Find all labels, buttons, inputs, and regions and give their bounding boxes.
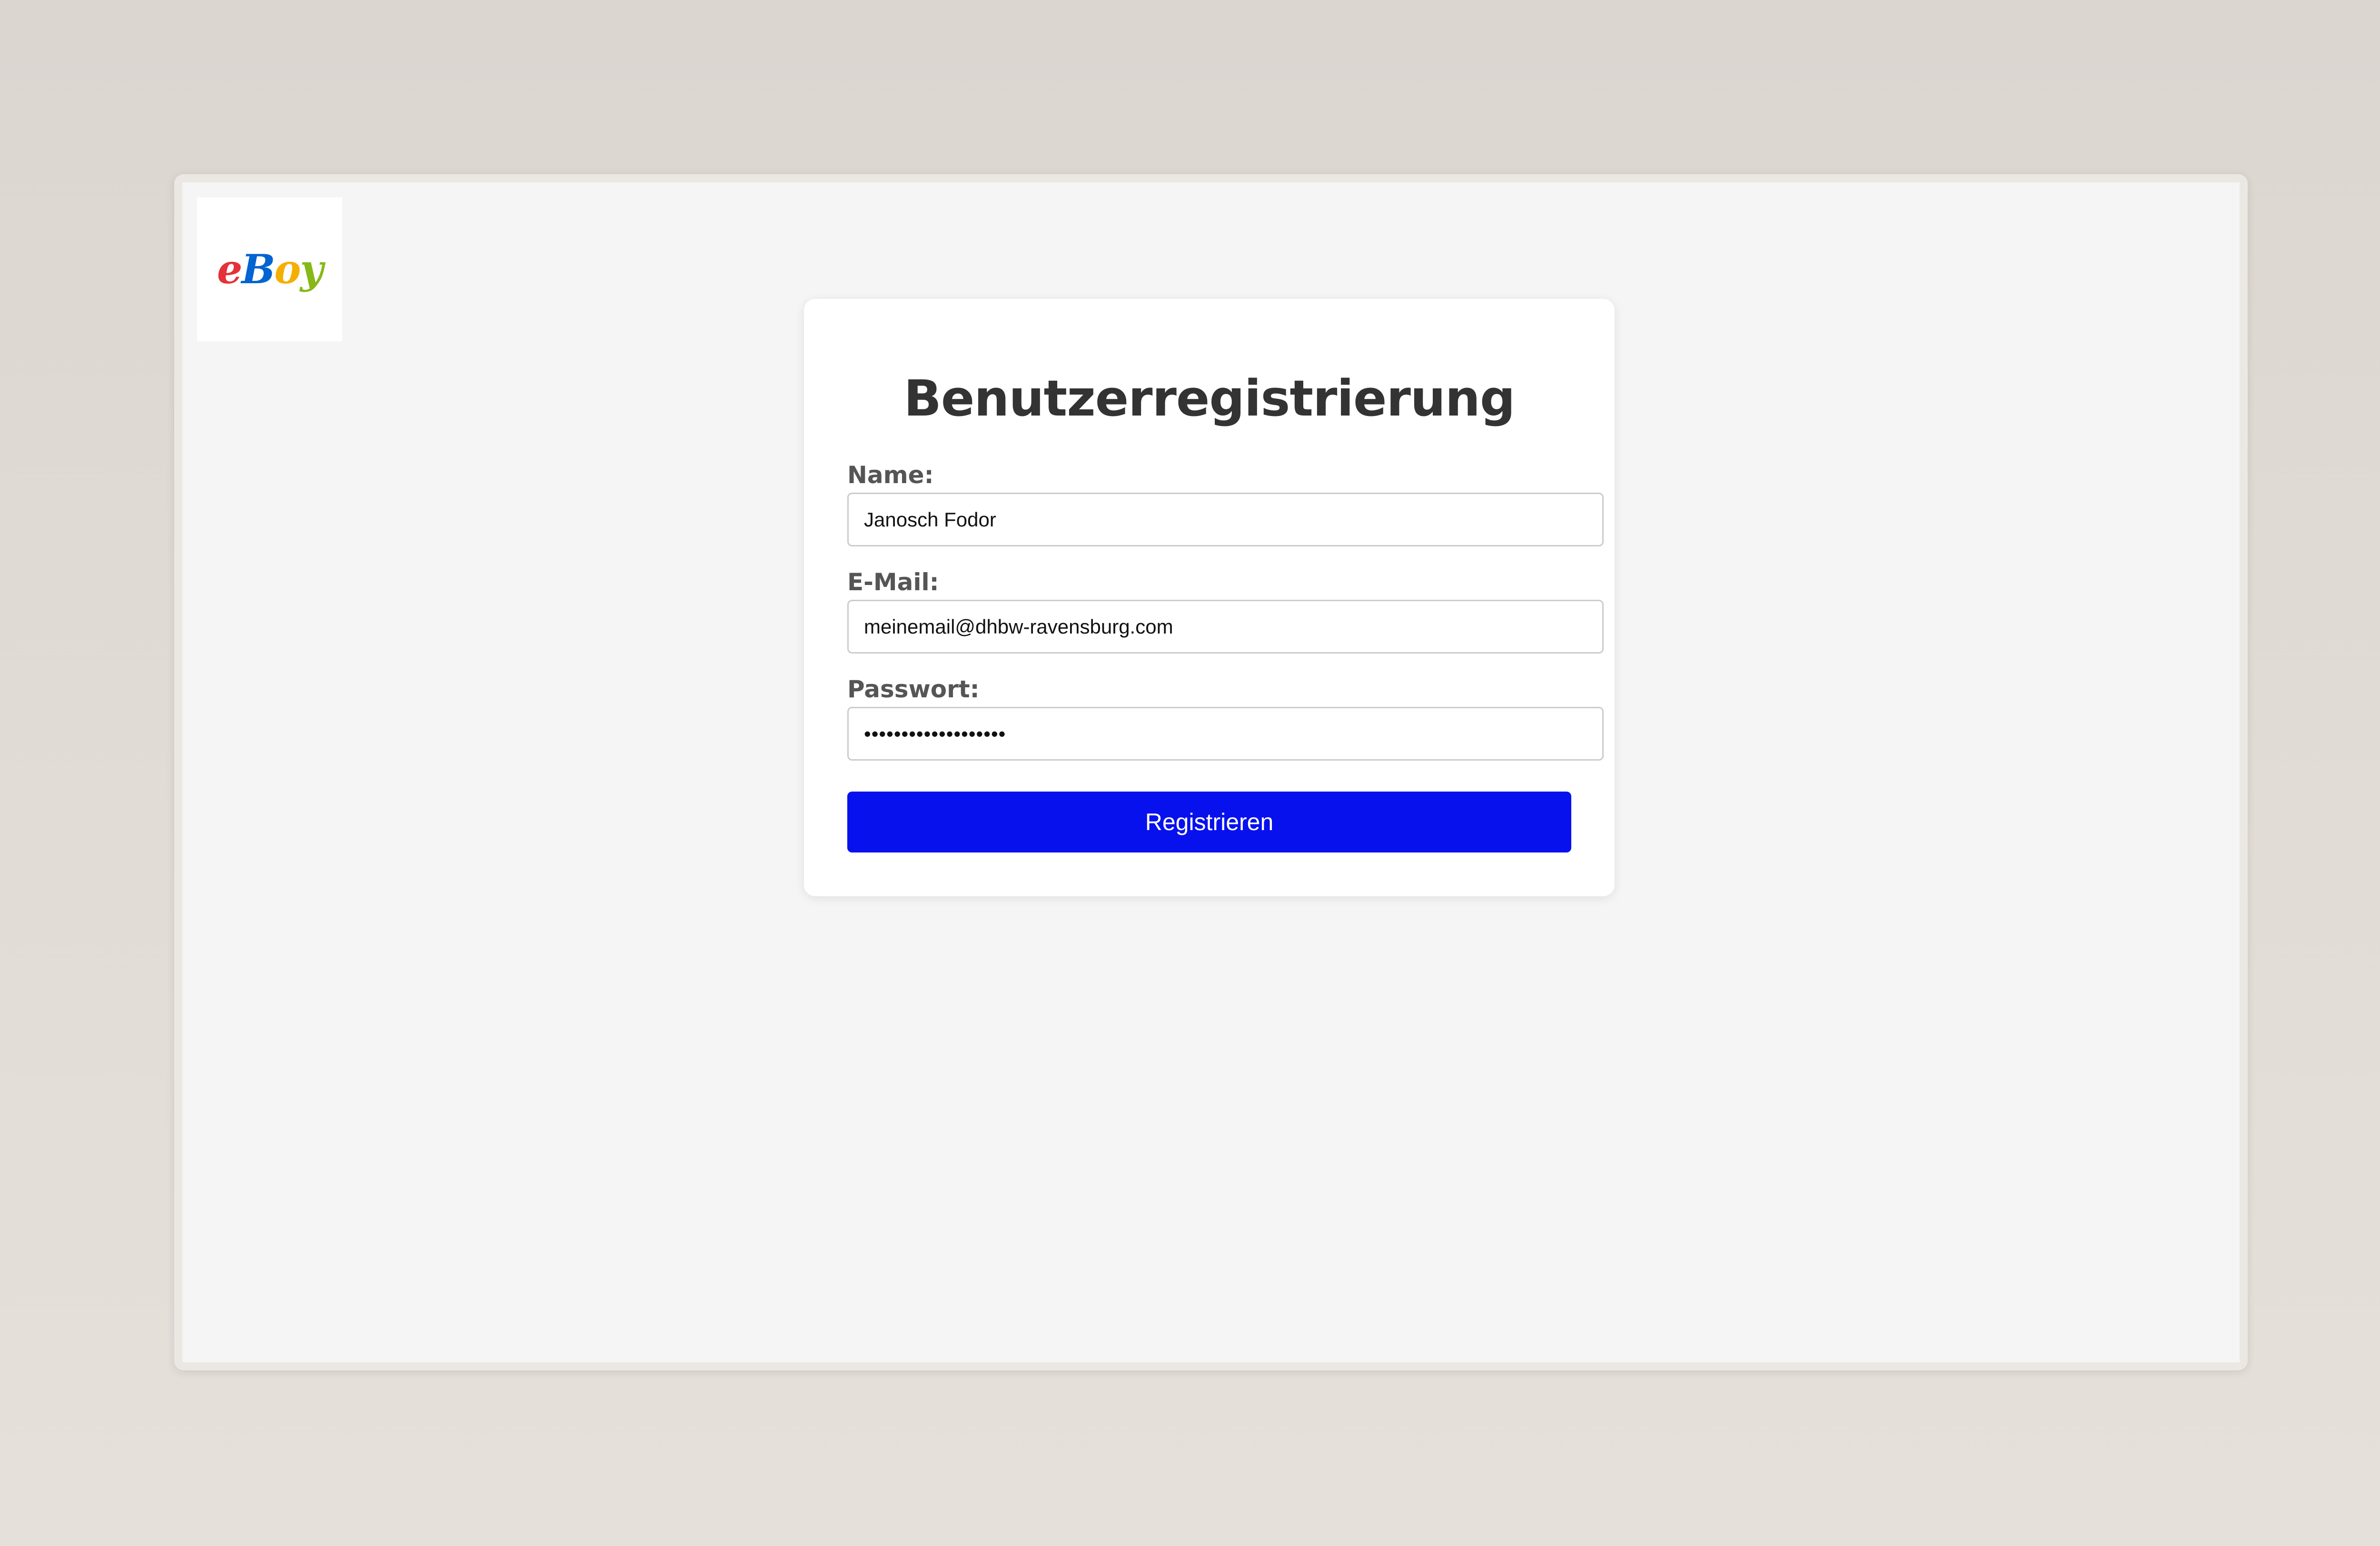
email-field[interactable] — [847, 600, 1604, 654]
name-field[interactable] — [847, 493, 1604, 546]
page-title: Benutzerregistrierung — [903, 369, 1516, 427]
registration-card: Benutzerregistrierung Name: E-Mail: Pass… — [804, 299, 1615, 896]
logo-letter: e — [217, 246, 242, 293]
logo-wordmark: eBoy — [217, 249, 323, 289]
logo[interactable]: eBoy — [197, 198, 342, 341]
browser-window: eBoy Benutzerregistrierung Name: E-Mail:… — [174, 174, 2248, 1370]
logo-letter: y — [300, 246, 323, 293]
page-viewport: eBoy Benutzerregistrierung Name: E-Mail:… — [182, 182, 2240, 1362]
logo-letter: o — [274, 246, 301, 293]
email-label: E-Mail: — [847, 568, 939, 596]
password-field[interactable] — [847, 707, 1604, 761]
password-label: Passwort: — [847, 675, 980, 703]
name-label: Name: — [847, 461, 934, 489]
logo-letter: B — [241, 246, 275, 293]
register-button[interactable]: Registrieren — [847, 792, 1571, 852]
